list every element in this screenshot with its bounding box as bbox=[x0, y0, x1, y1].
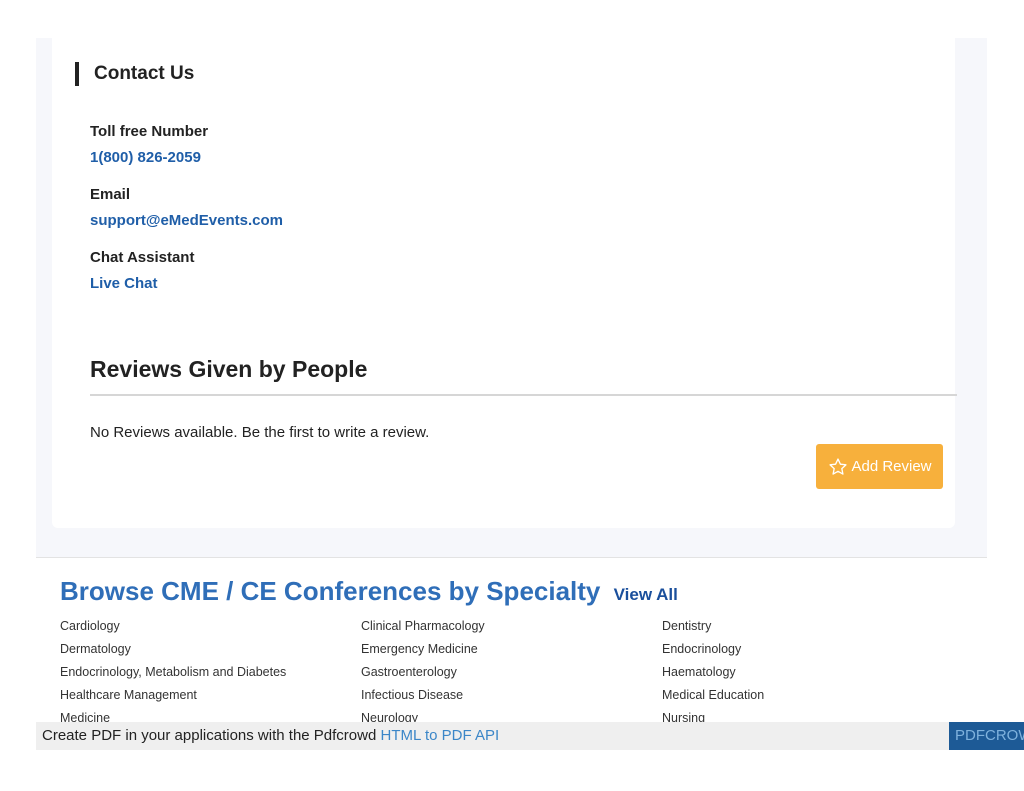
toll-free-label: Toll free Number bbox=[90, 123, 209, 140]
pdfcrowd-footer-text: Create PDF in your applications with the… bbox=[42, 727, 377, 744]
pdfcrowd-badge[interactable]: PDFCROWD bbox=[949, 722, 1024, 750]
specialty-link[interactable]: Nursing bbox=[662, 711, 705, 722]
html-to-pdf-api-link[interactable]: HTML to PDF API bbox=[381, 727, 500, 744]
contact-reviews-card: Contact Us Toll free Number 1(800) 826-2… bbox=[52, 38, 957, 528]
section-separator bbox=[36, 557, 987, 558]
specialty-link[interactable]: Endocrinology bbox=[662, 642, 741, 656]
specialty-link[interactable]: Medical Education bbox=[662, 688, 764, 702]
specialty-link[interactable]: Infectious Disease bbox=[361, 688, 463, 702]
specialty-link[interactable]: Emergency Medicine bbox=[361, 642, 478, 656]
specialty-link[interactable]: Clinical Pharmacology bbox=[361, 619, 485, 633]
page-content: Contact Us Toll free Number 1(800) 826-2… bbox=[0, 0, 1024, 722]
live-chat-link[interactable]: Live Chat bbox=[90, 275, 158, 292]
specialty-link[interactable]: Neurology bbox=[361, 711, 418, 722]
browse-specialty-heading: Browse CME / CE Conferences by Specialty… bbox=[60, 576, 678, 607]
email-label: Email bbox=[90, 186, 131, 203]
no-reviews-message: No Reviews available. Be the first to wr… bbox=[90, 424, 430, 441]
reviews-divider bbox=[90, 394, 957, 396]
specialty-link[interactable]: Dentistry bbox=[662, 619, 711, 633]
contact-us-heading: Contact Us bbox=[75, 62, 194, 86]
specialty-link[interactable]: Cardiology bbox=[60, 619, 120, 633]
specialty-link[interactable]: Haematology bbox=[662, 665, 736, 679]
add-review-label: Add Review bbox=[851, 458, 932, 475]
specialty-link[interactable]: Gastroenterology bbox=[361, 665, 457, 679]
star-outline-icon bbox=[829, 457, 848, 475]
add-review-button[interactable]: Add Review bbox=[816, 444, 943, 489]
chat-assistant-label: Chat Assistant bbox=[90, 249, 195, 266]
specialty-link[interactable]: Medicine bbox=[60, 711, 110, 722]
event-details-panel: Contact Us Toll free Number 1(800) 826-2… bbox=[36, 38, 987, 557]
reviews-heading: Reviews Given by People bbox=[90, 356, 368, 382]
specialty-link[interactable]: Endocrinology, Metabolism and Diabetes bbox=[60, 665, 286, 679]
browse-title-text: Browse CME / CE Conferences by Specialty bbox=[60, 576, 601, 606]
pdfcrowd-footer-bar: Create PDF in your applications with the… bbox=[36, 722, 987, 750]
toll-free-number-link[interactable]: 1(800) 826-2059 bbox=[90, 149, 201, 166]
specialty-link[interactable]: Dermatology bbox=[60, 642, 131, 656]
view-all-link[interactable]: View All bbox=[614, 585, 678, 604]
email-link[interactable]: support@eMedEvents.com bbox=[90, 212, 283, 229]
specialty-link[interactable]: Healthcare Management bbox=[60, 688, 197, 702]
